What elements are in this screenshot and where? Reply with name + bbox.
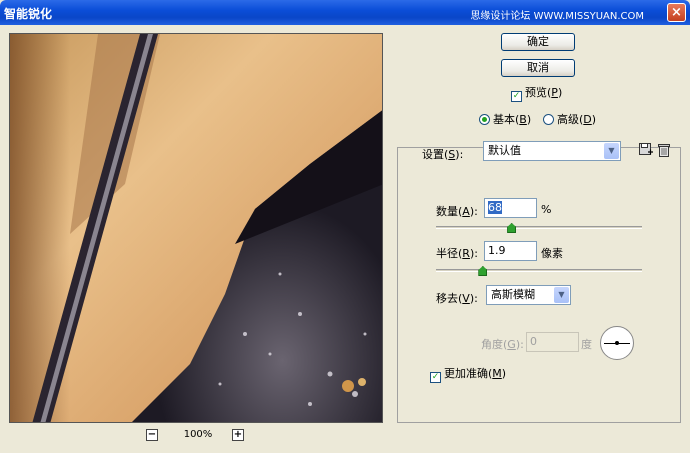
trash-icon[interactable] [658, 143, 670, 157]
radius-input[interactable]: 1.9 [484, 241, 537, 261]
preview-checkbox[interactable]: ✓ 预览(P) [511, 84, 562, 102]
dial-center [615, 341, 619, 345]
amount-slider-track[interactable] [436, 226, 642, 229]
preview-check-box[interactable]: ✓ [511, 91, 522, 102]
radius-slider-track[interactable] [436, 269, 642, 272]
amount-unit: % [541, 203, 552, 216]
amount-input[interactable]: 68 [484, 198, 537, 218]
settings-label: 设置(S): [422, 148, 464, 161]
remove-select[interactable]: 高斯模糊 ▼ [486, 285, 571, 305]
preview-label: 预览( [525, 86, 552, 99]
angle-label: 角度(G): [481, 338, 524, 351]
preview-photo [10, 34, 382, 422]
mode-advanced-radio[interactable]: 高级(D) [543, 111, 596, 127]
chevron-down-icon: ▼ [604, 143, 619, 159]
zoom-out-button[interactable]: − [146, 429, 158, 441]
window-title: 智能锐化 [4, 7, 53, 21]
more-accurate-check-box[interactable]: ✓ [430, 372, 441, 383]
angle-unit: 度 [581, 338, 592, 351]
radius-label: 半径(R): [436, 247, 478, 260]
preview-image[interactable] [9, 33, 383, 423]
angle-dial [600, 326, 634, 360]
disk-icon[interactable] [639, 143, 653, 157]
amount-label: 数量(A): [436, 205, 478, 218]
more-accurate-checkbox[interactable]: ✓ 更加准确(M) [430, 365, 506, 383]
zoom-level: 100% [183, 429, 213, 440]
cancel-button[interactable]: 取消 [501, 59, 575, 77]
mode-basic-radio[interactable]: 基本(B) [479, 111, 531, 127]
zoom-in-button[interactable]: + [232, 429, 244, 441]
radio-dot[interactable] [543, 114, 554, 125]
chevron-down-icon: ▼ [554, 287, 569, 303]
ok-button[interactable]: 确定 [501, 33, 575, 51]
remove-label: 移去(V): [436, 292, 478, 305]
title-bar: 智能锐化 思缘设计论坛 WWW.MISSYUAN.COM × [0, 0, 690, 25]
radio-dot[interactable] [479, 114, 490, 125]
watermark: 思缘设计论坛 WWW.MISSYUAN.COM [470, 11, 644, 22]
close-button[interactable]: × [667, 3, 686, 22]
settings-select[interactable]: 默认值 ▼ [483, 141, 621, 161]
zoom-bar: − 100% + [146, 429, 246, 443]
radius-unit: 像素 [541, 247, 563, 260]
angle-input: 0 [526, 332, 579, 352]
